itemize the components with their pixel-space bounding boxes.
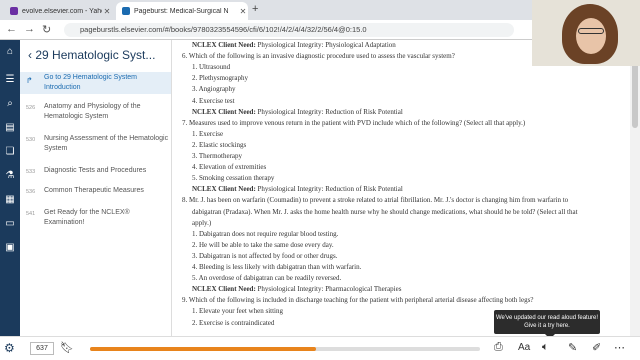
new-tab-icon[interactable]: + [252, 3, 258, 15]
question-line: 1. Elevate your feet when sitting [192, 307, 283, 316]
toc-page-number: 533 [26, 169, 36, 175]
back-icon[interactable]: ← [6, 23, 17, 35]
question-line: 5. An overdose of dabigatran can be read… [192, 274, 342, 283]
close-tab-icon[interactable]: ✕ [238, 7, 248, 16]
toc-item-label: Get Ready for the NCLEX® Examination! [44, 209, 130, 226]
flashcards-icon[interactable]: ▦ [4, 194, 16, 206]
tab-title: evolve.elsevier.com - Yahoo Sea [22, 7, 102, 15]
toc-item-introduction[interactable]: ↱ Go to 29 Hematologic System Introducti… [20, 72, 171, 94]
tab-title: Pageburst: Medical-Surgical N [134, 7, 229, 15]
toc-item-therapeutic-measures[interactable]: 536 Common Therapeutic Measures [20, 186, 171, 196]
toc-chapter-title[interactable]: ‹ 29 Hematologic Syst... [28, 48, 155, 62]
webcam-overlay [532, 0, 640, 66]
nclex-label: NCLEX Client Need: [192, 285, 256, 294]
toc-page-number: 530 [26, 137, 36, 143]
question-line: 3. Thermotherapy [192, 152, 243, 160]
toc-item-nursing-assessment[interactable]: 530 Nursing Assessment of the Hematologi… [20, 134, 171, 154]
toc-item-label: Anatomy and Physiology of the Hematologi… [44, 103, 141, 120]
question-line: 5. Smoking cessation therapy [192, 174, 275, 183]
browser-tab-pageburst[interactable]: Pageburst: Medical-Surgical N ✕ [116, 2, 248, 20]
question-line: dabigatran (Pradaxa). When Mr. J. asks t… [192, 207, 578, 216]
question-line: 3. Angiography [192, 85, 236, 94]
question-line: 7. Measures used to improve venous retur… [182, 118, 526, 127]
question-line: 2. He will be able to take the same dose… [192, 240, 334, 249]
toc-item-nclex[interactable]: 541 Get Ready for the NCLEX® Examination… [20, 208, 171, 228]
close-tab-icon[interactable]: ✕ [102, 7, 112, 16]
search-icon[interactable]: ⌕ [4, 98, 16, 110]
go-arrow-icon: ↱ [26, 76, 33, 85]
url-field[interactable]: pageburstls.elsevier.com/#/books/9780323… [64, 23, 514, 37]
read-aloud-icon[interactable]: 🔈︎ [542, 341, 549, 354]
pageburst-favicon-icon [122, 7, 130, 15]
tooltip-line-1: We've updated our read aloud feature! [495, 315, 599, 321]
nclex-client-need: NCLEX Client Need: Physiological Integri… [192, 41, 396, 49]
nclex-label: NCLEX Client Need: [192, 41, 256, 49]
question-line: 2. Plethysmography [192, 74, 248, 83]
toc-page-number: 541 [26, 211, 36, 217]
bookmark-list-icon[interactable]: ❏ [4, 146, 16, 158]
nclex-label: NCLEX Client Need: [192, 185, 256, 194]
flask-icon[interactable]: ⚗ [4, 170, 16, 182]
question-line: 2. Elastic stockings [192, 140, 247, 149]
content-scrollbar[interactable] [630, 40, 640, 336]
page-icon[interactable]: ▭ [4, 218, 16, 230]
person-face [576, 18, 606, 54]
question-line: 1. Dabigatran does not require regular b… [192, 229, 339, 238]
toc-item-label: Nursing Assessment of the Hematologic Sy… [44, 135, 169, 152]
more-options-icon[interactable]: ⋯ [614, 341, 625, 354]
table-of-contents-panel: ‹ 29 Hematologic Syst... ↱ Go to 29 Hema… [20, 40, 172, 336]
toc-page-number: 536 [26, 189, 36, 195]
highlight-pen-icon[interactable]: ✎ [568, 341, 577, 354]
reload-icon[interactable]: ↻ [42, 23, 51, 36]
question-line: 6. Which of the following is an invasive… [182, 52, 455, 61]
question-line: 8. Mr. J. has been on warfarin (Coumadin… [182, 196, 569, 205]
gear-icon[interactable]: ⚙ [4, 341, 15, 355]
toc-item-label: Go to 29 Hematologic System Introduction [44, 74, 137, 91]
toc-title-text: 29 Hematologic Syst... [35, 48, 156, 62]
forward-icon[interactable]: → [24, 23, 35, 35]
reading-progress-bar[interactable] [90, 347, 480, 351]
reading-progress-fill [90, 347, 317, 351]
page-number-input[interactable]: 637 [30, 342, 54, 355]
toc-item-anatomy[interactable]: 526 Anatomy and Physiology of the Hemato… [20, 102, 171, 122]
book-content: NCLEX Client Need: Physiological Integri… [172, 40, 630, 336]
edit-icon[interactable]: ✐ [592, 341, 601, 354]
nclex-label: NCLEX Client Need: [192, 107, 256, 116]
question-line: 4. Bleeding is less likely with dabigatr… [192, 263, 362, 271]
question-line: 1. Exercise [192, 129, 224, 138]
question-line: 9. Which of the following is included in… [182, 296, 534, 305]
question-line: apply.) [192, 218, 212, 227]
print-icon[interactable]: ⎙ [494, 341, 503, 354]
yahoo-favicon-icon [10, 7, 18, 15]
question-line: 4. Exercise test [192, 96, 235, 105]
nclex-client-need: NCLEX Client Need: Physiological Integri… [192, 107, 403, 116]
read-aloud-tooltip[interactable]: We've updated our read aloud feature! Gi… [494, 310, 600, 334]
toc-item-label: Common Therapeutic Measures [44, 187, 144, 194]
toc-page-number: 526 [26, 105, 36, 111]
question-line: 3. Dabigatran is not affected by food or… [192, 251, 338, 260]
notebook-icon[interactable]: ▤ [4, 122, 16, 134]
reader-left-rail: ⌂ ☰ ⌕ ▤ ❏ ⚗ ▦ ▭ ▣ [0, 40, 20, 336]
resources-icon[interactable]: ▣ [4, 242, 16, 254]
tooltip-line-2: Give it a try here. [524, 323, 570, 329]
question-line: 1. Ultrasound [192, 63, 231, 72]
reader-bottom-bar: ⚙ 637 🔖︎ ⎙ Aa 🔈︎ ✎ ✐ ⋯ [0, 336, 640, 360]
toc-list-icon[interactable]: ☰ [4, 74, 16, 86]
nclex-client-need: NCLEX Client Need: Physiological Integri… [192, 285, 402, 294]
toc-item-diagnostic-tests[interactable]: 533 Diagnostic Tests and Procedures [20, 166, 171, 176]
person-glasses [578, 28, 604, 34]
question-line: 4. Elevation of extremities [192, 163, 267, 172]
browser-tab-yahoo[interactable]: evolve.elsevier.com - Yahoo Sea ✕ [4, 2, 112, 20]
font-size-button[interactable]: Aa [518, 342, 530, 353]
bookmark-icon[interactable]: 🔖︎ [60, 341, 74, 354]
home-icon[interactable]: ⌂ [4, 46, 16, 58]
nclex-client-need: NCLEX Client Need: Physiological Integri… [192, 185, 403, 194]
toc-item-label: Diagnostic Tests and Procedures [44, 167, 147, 174]
question-line: 2. Exercise is contraindicated [192, 318, 275, 327]
